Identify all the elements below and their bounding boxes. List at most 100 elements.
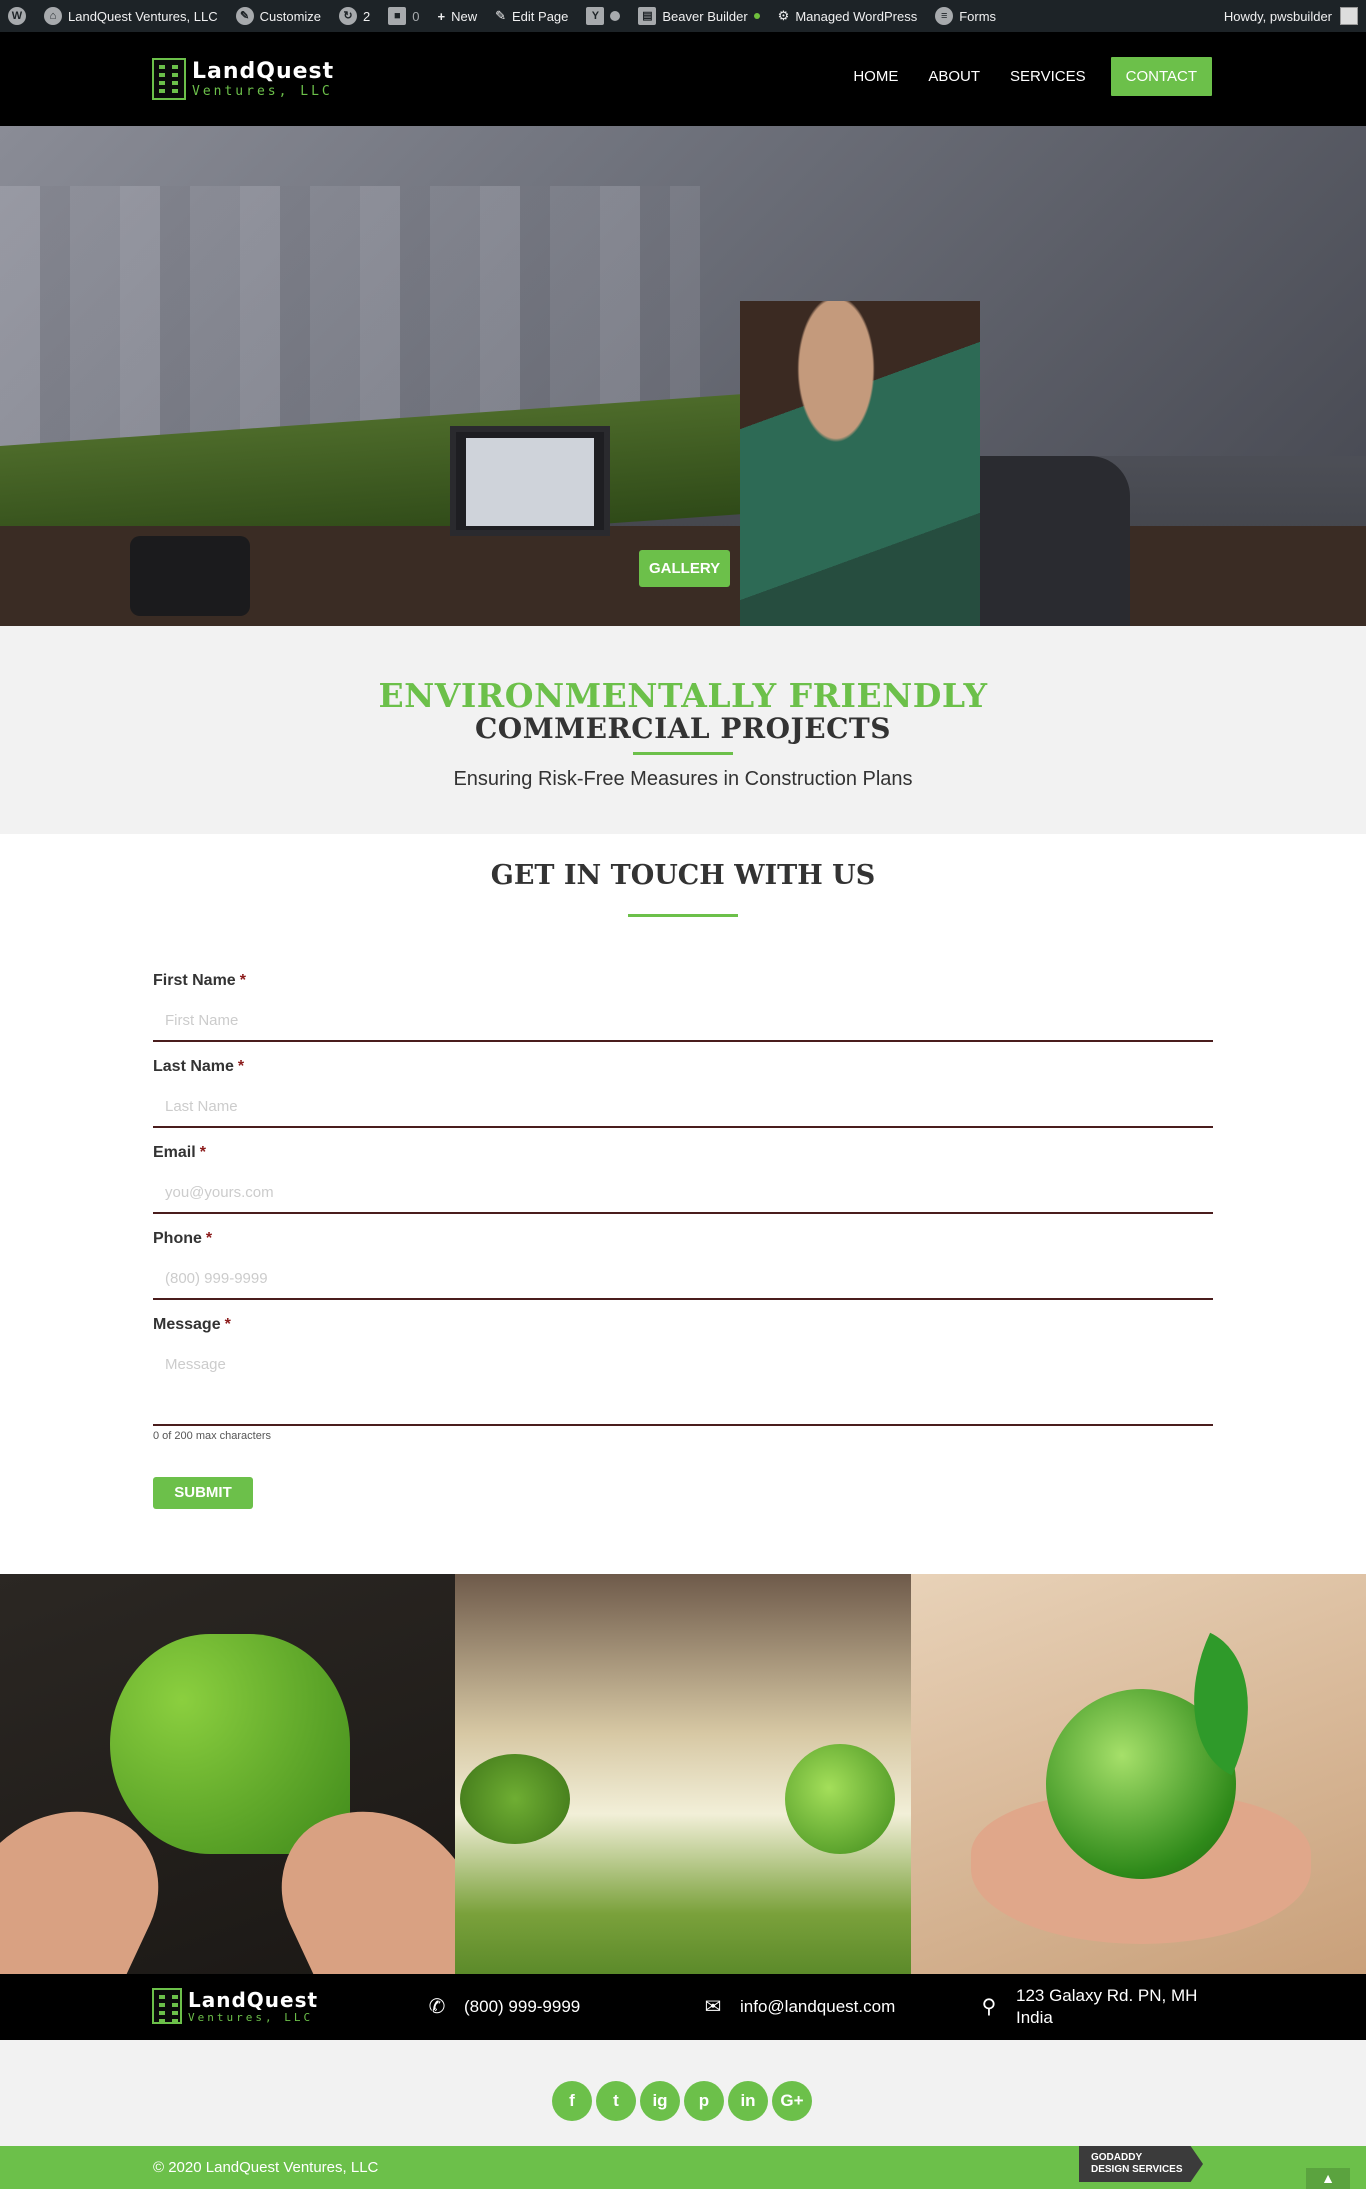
site-name-link[interactable]: ⌂ LandQuest Ventures, LLC: [44, 7, 218, 25]
seo-menu[interactable]: Y: [586, 7, 621, 25]
green-heart: [110, 1634, 350, 1854]
divider: [633, 752, 733, 755]
edit-page-link[interactable]: ✎ Edit Page: [495, 8, 568, 24]
site-header: LandQuest Ventures, LLC HOME ABOUT SERVI…: [0, 32, 1366, 126]
envelope-icon: ✉: [704, 1996, 722, 2018]
footer-phone[interactable]: ✆ (800) 999-9999: [426, 1974, 581, 2040]
nav-contact[interactable]: CONTACT: [1110, 57, 1212, 96]
message-label-text: Message: [153, 1316, 221, 1333]
social-section: f t ig p in G+: [0, 2040, 1366, 2146]
wp-admin-bar: W ⌂ LandQuest Ventures, LLC ✎ Customize ↻ 2…: [0, 0, 1366, 32]
my-account-menu[interactable]: Howdy, pwsbuilder: [1224, 7, 1358, 25]
updates-link[interactable]: ↻ 2: [339, 7, 370, 25]
message-textarea[interactable]: Message: [153, 1344, 1213, 1426]
footer-address: ⚲ 123 Galaxy Rd. PN, MH India: [978, 1974, 1198, 2040]
back-to-top-button[interactable]: ▲: [1306, 2168, 1350, 2189]
divider: [628, 914, 738, 917]
pencil-icon: ✎: [495, 8, 507, 23]
submit-button[interactable]: SUBMIT: [153, 1477, 253, 1509]
intro-section: ENVIRONMENTALLY FRIENDLY COMMERCIAL PROJ…: [0, 626, 1366, 834]
yoast-icon: Y: [586, 7, 605, 25]
desk-phone: [130, 536, 250, 616]
home-icon: ⌂: [44, 7, 62, 25]
first-name-field: First Name * First Name: [153, 972, 1213, 1042]
avatar: [1340, 7, 1358, 25]
first-name-label: First Name *: [153, 972, 1213, 990]
social-icons: f t ig p in G+: [552, 2081, 812, 2121]
hands-holding-globe-image: [911, 1574, 1366, 1974]
email-label: Email *: [153, 1144, 1213, 1162]
email-label-text: Email: [153, 1144, 196, 1161]
instagram-icon[interactable]: ig: [640, 2081, 680, 2121]
customize-label: Customize: [259, 8, 322, 24]
nav-about[interactable]: ABOUT: [913, 57, 995, 96]
pinterest-icon[interactable]: p: [684, 2081, 724, 2121]
managed-wp-label: Managed WordPress: [795, 8, 918, 24]
godaddy-badge[interactable]: GODADDY DESIGN SERVICES: [1079, 2146, 1203, 2182]
phone-field: Phone * (800) 999-9999: [153, 1230, 1213, 1300]
howdy-label: Howdy, pwsbuilder: [1223, 8, 1332, 24]
phone-label-text: Phone: [153, 1230, 202, 1247]
brush-icon: ✎: [235, 7, 254, 25]
small-tree: [460, 1754, 570, 1844]
required-mark: *: [205, 1230, 213, 1247]
first-name-input[interactable]: First Name: [153, 1000, 1213, 1042]
last-name-label-text: Last Name: [153, 1058, 234, 1075]
email-input[interactable]: you@yours.com: [153, 1172, 1213, 1214]
woman-at-desk: [740, 301, 980, 626]
forms-label: Forms: [959, 8, 997, 24]
required-mark: *: [224, 1316, 231, 1333]
comments-count: 0: [412, 8, 420, 24]
facebook-icon[interactable]: f: [552, 2081, 592, 2121]
beaver-builder-link[interactable]: ▤ Beaver Builder: [638, 7, 760, 25]
edit-page-label: Edit Page: [512, 8, 569, 24]
footer-logo-main: LandQuest: [188, 1987, 319, 2012]
message-field: Message * Message: [153, 1316, 1213, 1426]
refresh-icon: ↻: [339, 7, 358, 25]
laptop-screen: [466, 438, 594, 526]
footer-logo-sub: Ventures, LLC: [188, 2010, 314, 2024]
last-name-input[interactable]: Last Name: [153, 1086, 1213, 1128]
required-mark: *: [199, 1144, 206, 1161]
plus-icon: +: [437, 8, 446, 24]
building-icon: [152, 1988, 182, 2024]
contact-heading: GET IN TOUCH WITH US: [490, 860, 876, 891]
new-content-link[interactable]: + New: [438, 9, 478, 24]
first-name-label-text: First Name: [153, 972, 236, 989]
phone-input[interactable]: (800) 999-9999: [153, 1258, 1213, 1300]
forms-link[interactable]: ≡ Forms: [935, 7, 996, 25]
wp-logo-menu[interactable]: W: [8, 7, 26, 25]
logo-sub-text: Ventures, LLC: [192, 83, 333, 99]
comments-link[interactable]: ■ 0: [388, 7, 420, 25]
logo-main-text: LandQuest: [192, 58, 335, 84]
customize-link[interactable]: ✎ Customize: [235, 7, 322, 25]
site-name-label: LandQuest Ventures, LLC: [68, 8, 218, 24]
footer-email[interactable]: ✉ info@landquest.com: [702, 1974, 896, 2040]
heart-plant-image: [0, 1574, 455, 1974]
builder-icon: ▤: [638, 7, 657, 25]
contact-section: GET IN TOUCH WITH US First Name * First N…: [0, 834, 1366, 1574]
footer-phone-text: (800) 999-9999: [464, 1997, 581, 2016]
managed-wp-link[interactable]: ⚙ Managed WordPress: [778, 8, 918, 24]
linkedin-icon[interactable]: in: [728, 2081, 768, 2121]
updates-count: 2: [363, 8, 371, 24]
status-dot-icon: [610, 11, 621, 21]
intro-title-green: ENVIRONMENTALLY FRIENDLY: [378, 676, 988, 715]
gallery-button[interactable]: GALLERY: [639, 550, 731, 587]
new-label: New: [451, 8, 478, 24]
nav-home[interactable]: HOME: [838, 57, 913, 96]
footer-email-text: info@landquest.com: [740, 1997, 896, 2016]
chevron-up-icon: ▲: [1321, 2170, 1335, 2186]
site-logo[interactable]: LandQuest Ventures, LLC: [152, 58, 334, 100]
footer-logo[interactable]: LandQuest Ventures, LLC: [152, 1988, 318, 2024]
nav-services[interactable]: SERVICES: [995, 57, 1101, 96]
twitter-icon[interactable]: t: [596, 2081, 636, 2121]
phone-label: Phone *: [153, 1230, 1213, 1248]
required-mark: *: [239, 972, 246, 989]
last-name-field: Last Name * Last Name: [153, 1058, 1213, 1128]
wordpress-icon: W: [8, 7, 26, 25]
google-plus-icon[interactable]: G+: [772, 2081, 812, 2121]
comment-icon: ■: [388, 7, 407, 25]
forms-icon: ≡: [935, 7, 954, 25]
phone-icon: ✆: [428, 1996, 446, 2018]
